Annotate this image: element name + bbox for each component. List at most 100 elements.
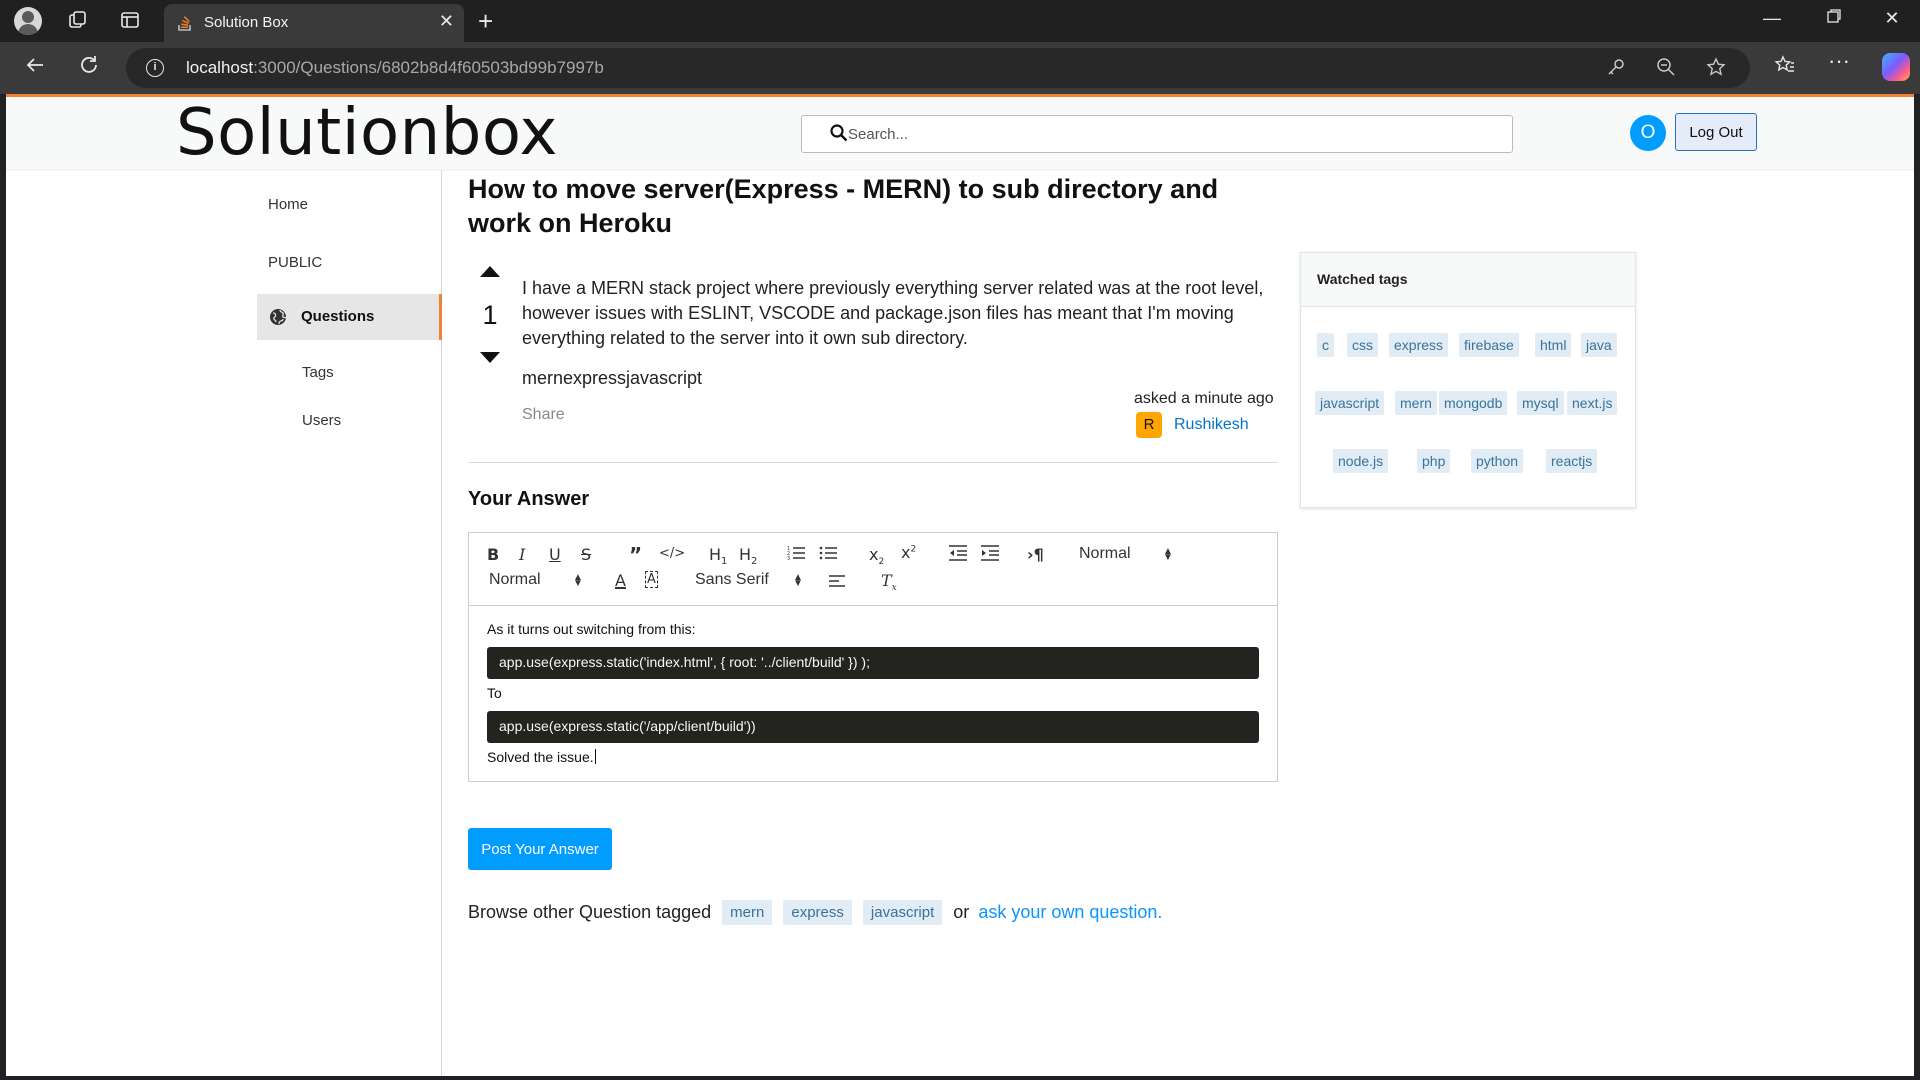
watched-tag[interactable]: firebase <box>1459 333 1519 357</box>
subscript-icon[interactable]: x2 <box>869 545 884 567</box>
text-direction-icon[interactable]: ›¶ <box>1027 545 1044 564</box>
search-input[interactable] <box>848 116 1488 152</box>
post-answer-button[interactable]: Post Your Answer <box>468 828 612 870</box>
underline-icon[interactable]: U <box>549 545 561 564</box>
watched-tag[interactable]: mern <box>1395 391 1437 415</box>
new-tab-icon[interactable]: + <box>478 6 493 37</box>
tag-javascript[interactable]: javascript <box>862 900 943 925</box>
indent-icon[interactable] <box>981 545 999 565</box>
copilot-icon[interactable] <box>1882 53 1910 81</box>
watched-tags-widget: Watched tags c css express firebase html… <box>1300 252 1636 508</box>
globe-icon <box>270 309 287 325</box>
user-avatar[interactable]: O <box>1630 115 1666 151</box>
watched-tag[interactable]: php <box>1417 449 1451 473</box>
sidebar-item-users[interactable]: Users <box>302 412 341 429</box>
background-color-icon[interactable]: A <box>645 571 658 588</box>
close-tab-icon[interactable]: ✕ <box>439 11 454 32</box>
watched-tag[interactable]: mongodb <box>1439 391 1508 415</box>
upvote-arrow-icon[interactable] <box>480 266 500 277</box>
left-sidebar: Home PUBLIC Questions Tags Users <box>6 170 442 1076</box>
watched-tag[interactable]: c <box>1317 333 1334 357</box>
watched-tag[interactable]: javascript <box>1315 391 1385 415</box>
watched-tag[interactable]: css <box>1347 333 1378 357</box>
tag-mern[interactable]: mern <box>722 900 773 925</box>
watched-tag[interactable]: node.js <box>1333 449 1389 473</box>
header-select[interactable]: Normal <box>1079 545 1131 563</box>
code-block-icon[interactable]: </> <box>659 546 685 561</box>
watched-tag[interactable]: java <box>1581 333 1617 357</box>
browse-or: or <box>953 902 970 922</box>
active-tab[interactable]: Solution Box ✕ <box>164 4 464 42</box>
widget-title: Watched tags <box>1317 271 1408 287</box>
align-icon[interactable] <box>829 573 845 593</box>
watched-tag[interactable]: python <box>1471 449 1524 473</box>
sidebar-item-tags[interactable]: Tags <box>302 364 334 381</box>
site-header: Solutionbox O Log Out <box>6 97 1914 169</box>
sidebar-section-public: PUBLIC <box>268 254 323 271</box>
search-icon <box>830 124 848 142</box>
bold-icon[interactable]: B <box>487 545 499 564</box>
watched-tag[interactable]: html <box>1535 333 1572 357</box>
text-cursor <box>594 749 596 764</box>
restore-icon[interactable] <box>1814 8 1854 29</box>
superscript-icon[interactable]: x2 <box>901 543 916 562</box>
ask-question-link[interactable]: ask your own question. <box>978 902 1162 922</box>
size-select-caret-icon[interactable]: ▲ ▼ <box>573 573 583 589</box>
heading-1-icon[interactable]: H1 <box>709 545 727 567</box>
blockquote-icon[interactable]: ” <box>629 543 642 567</box>
favorite-star-icon[interactable] <box>1706 57 1726 83</box>
sidebar-item-home[interactable]: Home <box>268 196 308 213</box>
site-info-icon[interactable]: i <box>146 59 164 77</box>
editor-content[interactable]: As it turns out switching from this: app… <box>469 607 1277 781</box>
sidebar-item-questions[interactable]: Questions <box>257 294 442 340</box>
downvote-arrow-icon[interactable] <box>480 352 500 363</box>
zoom-out-icon[interactable] <box>1656 57 1676 83</box>
search-box <box>801 115 1513 153</box>
editor-code-block: app.use(express.static('index.html', { r… <box>487 647 1259 679</box>
more-options-icon[interactable]: ··· <box>1828 48 1850 74</box>
profile-avatar-icon[interactable] <box>14 7 42 35</box>
asked-time: asked a minute ago <box>1134 390 1274 407</box>
browse-footer: Browse other Question tagged mern expres… <box>468 900 1162 925</box>
favorites-icon[interactable] <box>1774 54 1796 82</box>
editor-line: As it turns out switching from this: <box>487 621 696 637</box>
ordered-list-icon[interactable]: 123 <box>787 545 805 565</box>
watched-tag[interactable]: express <box>1389 333 1449 357</box>
font-select-caret-icon[interactable]: ▲ ▼ <box>793 573 803 589</box>
browse-prefix: Browse other Question tagged <box>468 902 712 922</box>
header-select-caret-icon[interactable]: ▲ ▼ <box>1163 547 1173 563</box>
back-arrow-icon[interactable] <box>20 54 50 84</box>
logout-button[interactable]: Log Out <box>1675 113 1757 151</box>
key-icon[interactable] <box>1606 57 1626 83</box>
asker-avatar[interactable]: R <box>1136 412 1162 438</box>
italic-icon[interactable]: I <box>519 545 525 564</box>
question-tags: mernexpressjavascript <box>522 368 703 388</box>
svg-text:3: 3 <box>787 556 790 561</box>
widget-header: Watched tags <box>1301 253 1635 307</box>
site-logo[interactable]: Solutionbox <box>176 97 558 169</box>
clear-format-icon[interactable]: Tx <box>881 571 897 593</box>
size-select[interactable]: Normal <box>489 571 541 589</box>
tag-express[interactable]: express <box>783 900 852 925</box>
minimize-icon[interactable]: — <box>1752 8 1792 29</box>
watched-tag[interactable]: next.js <box>1567 391 1618 415</box>
editor-line-last: Solved the issue. <box>487 749 596 765</box>
heading-2-icon[interactable]: H2 <box>739 545 757 567</box>
strikethrough-icon[interactable]: S <box>581 545 591 564</box>
text-color-icon[interactable]: A <box>615 571 626 590</box>
bullet-list-icon[interactable] <box>819 545 837 565</box>
asker-name-link[interactable]: Rushikesh <box>1174 416 1249 434</box>
share-link[interactable]: Share <box>522 406 565 424</box>
answer-editor: B I U S ” </> H1 H2 123 x2 x2 ›¶ Normal <box>468 532 1278 782</box>
font-select[interactable]: Sans Serif <box>695 571 769 589</box>
url-bar[interactable]: i localhost:3000/Questions/6802b8d4f6050… <box>126 48 1750 88</box>
watched-tag[interactable]: reactjs <box>1546 449 1598 473</box>
vertical-tabs-icon[interactable] <box>118 9 142 33</box>
collections-icon[interactable] <box>66 9 90 33</box>
editor-code-block: app.use(express.static('/app/client/buil… <box>487 711 1259 743</box>
outdent-icon[interactable] <box>949 545 967 565</box>
close-window-icon[interactable]: ✕ <box>1872 8 1912 29</box>
question-body: I have a MERN stack project where previo… <box>522 278 1264 348</box>
watched-tag[interactable]: mysql <box>1517 391 1564 415</box>
refresh-icon[interactable] <box>74 54 104 84</box>
